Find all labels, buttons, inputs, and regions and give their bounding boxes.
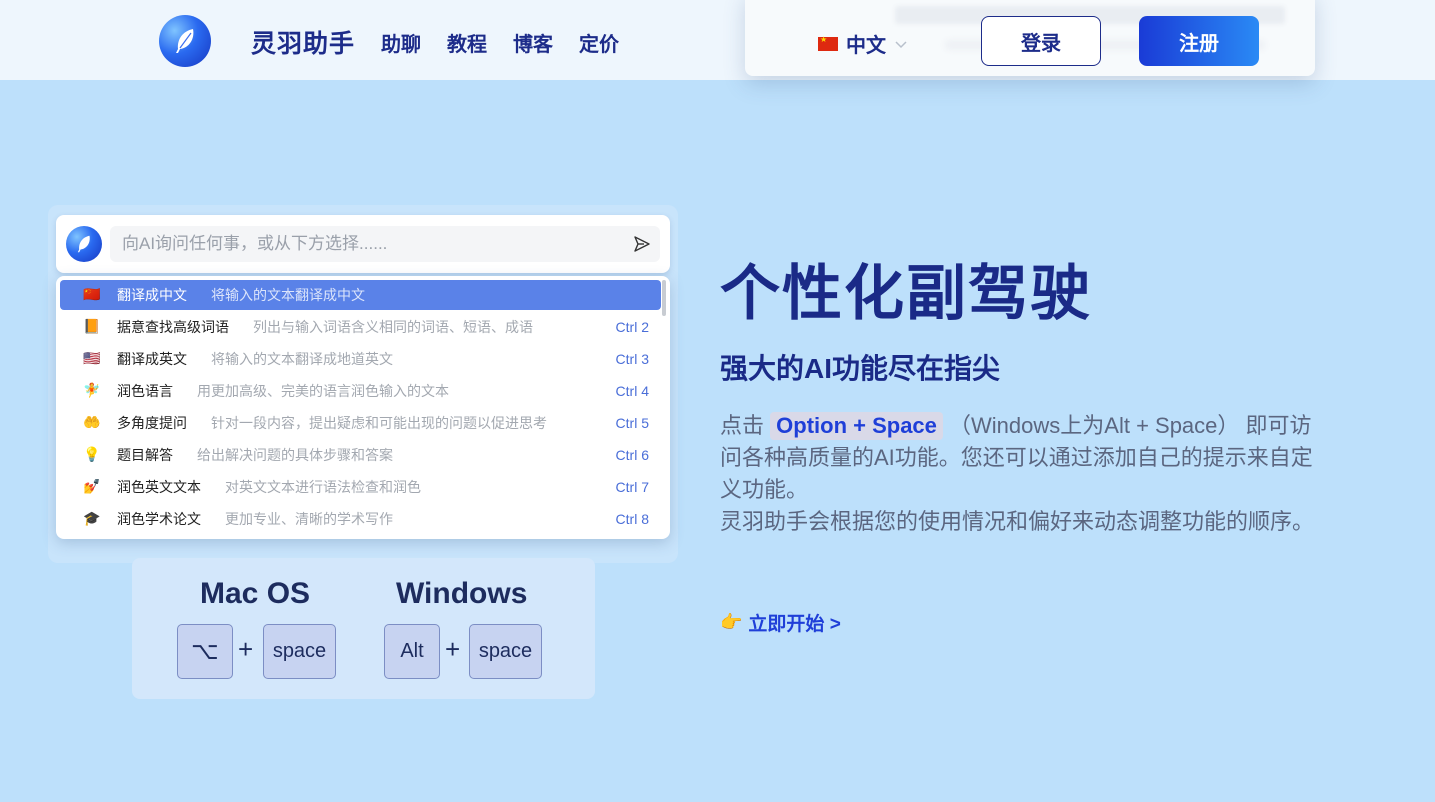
command-name: 翻译成中文 xyxy=(117,287,187,303)
body-text-line2: 灵羽助手会根据您的使用情况和偏好来动态调整功能的顺序。 xyxy=(720,509,1315,534)
command-desc: 将输入的文本翻译成地道英文 xyxy=(211,351,393,367)
nav-blog[interactable]: 博客 xyxy=(513,28,553,57)
command-shortcut: Ctrl 6 xyxy=(615,447,649,463)
nav-pricing[interactable]: 定价 xyxy=(579,28,619,57)
command-name: 据意查找高级词语 xyxy=(117,319,229,335)
ai-search-input[interactable] xyxy=(110,226,660,262)
command-shortcut: Ctrl 8 xyxy=(615,511,649,527)
command-name: 多角度提问 xyxy=(117,415,187,431)
option-key: ⌥ xyxy=(177,624,233,679)
scrollbar[interactable] xyxy=(662,280,666,316)
space-key: space xyxy=(263,624,336,679)
brand-name[interactable]: 灵羽助手 xyxy=(251,24,355,60)
pointing-hand-icon: 👉 xyxy=(720,612,743,633)
palms-up-icon: 🤲 xyxy=(83,415,101,431)
command-item-translate-zh[interactable]: 🇨🇳 翻译成中文 将输入的文本翻译成中文 xyxy=(60,280,661,310)
language-label: 中文 xyxy=(846,35,886,57)
fairy-icon: 🧚 xyxy=(83,383,101,399)
main-nav: 助聊 教程 博客 定价 xyxy=(381,28,619,57)
command-name: 润色语言 xyxy=(117,383,173,399)
command-desc: 更加专业、清晰的学术写作 xyxy=(225,511,393,527)
login-button[interactable]: 登录 xyxy=(981,16,1101,66)
command-item-multi-angle[interactable]: 🤲 多角度提问 针对一段内容，提出疑虑和可能出现的问题以促进思考 Ctrl 5 xyxy=(60,408,661,438)
plus-sign: + xyxy=(445,634,461,664)
command-shortcut: Ctrl 5 xyxy=(615,415,649,431)
command-item-translate-en[interactable]: 🇺🇸 翻译成英文 将输入的文本翻译成地道英文 Ctrl 3 xyxy=(60,344,661,374)
body-prefix: 点击 xyxy=(720,413,765,438)
app-logo[interactable] xyxy=(159,15,211,67)
command-shortcut: Ctrl 4 xyxy=(615,383,649,399)
space-key: space xyxy=(469,624,542,679)
command-desc: 对英文文本进行语法检查和润色 xyxy=(225,479,421,495)
feather-icon xyxy=(176,29,194,53)
shortcut-card: Mac OS Windows ⌥ + space Alt + space xyxy=(132,558,595,699)
get-started-link[interactable]: 👉 立即开始 > xyxy=(720,609,841,636)
command-desc: 将输入的文本翻译成中文 xyxy=(211,287,365,303)
cta-label: 立即开始 > xyxy=(748,614,841,635)
feather-icon xyxy=(77,235,90,253)
command-desc: 用更加高级、完美的语言润色输入的文本 xyxy=(197,383,449,399)
hero-subtitle: 强大的AI功能尽在指尖 xyxy=(720,353,1001,384)
command-desc: 列出与输入词语含义相同的词语、短语、成语 xyxy=(253,319,533,335)
us-flag-icon: 🇺🇸 xyxy=(83,351,101,367)
language-selector[interactable]: 中文 xyxy=(818,29,908,58)
top-navbar: 灵羽助手 助聊 教程 博客 定价 中文 登录 注册 xyxy=(0,0,1435,80)
command-item-solve-problem[interactable]: 💡 题目解答 给出解决问题的具体步骤和答案 Ctrl 6 xyxy=(60,440,661,470)
command-name: 润色英文文本 xyxy=(117,479,201,495)
hero-title: 个性化副驾驶 xyxy=(720,260,1092,327)
command-name: 翻译成英文 xyxy=(117,351,187,367)
ai-search-bar xyxy=(56,215,670,273)
send-icon[interactable] xyxy=(633,235,651,253)
chevron-down-icon xyxy=(895,40,907,48)
command-desc: 针对一段内容，提出疑虑和可能出现的问题以促进思考 xyxy=(211,415,547,431)
command-list: 🇨🇳 翻译成中文 将输入的文本翻译成中文 📙 据意查找高级词语 列出与输入词语含… xyxy=(56,276,670,539)
register-button[interactable]: 注册 xyxy=(1139,16,1259,66)
command-desc: 给出解决问题的具体步骤和答案 xyxy=(197,447,393,463)
book-icon: 📙 xyxy=(83,319,101,335)
china-flag-icon xyxy=(818,35,838,51)
hero-description: 点击 Option + Space （Windows上为Alt + Space）… xyxy=(720,410,1320,538)
mac-os-title: Mac OS xyxy=(200,577,311,610)
nail-polish-icon: 💅 xyxy=(83,479,101,495)
command-item-advanced-words[interactable]: 📙 据意查找高级词语 列出与输入词语含义相同的词语、短语、成语 Ctrl 2 xyxy=(60,312,661,342)
windows-title: Windows xyxy=(396,577,528,610)
plus-sign: + xyxy=(238,634,254,664)
command-shortcut: Ctrl 7 xyxy=(615,479,649,495)
command-shortcut: Ctrl 3 xyxy=(615,351,649,367)
nav-chat[interactable]: 助聊 xyxy=(381,28,421,57)
app-logo-small xyxy=(66,226,102,262)
command-shortcut: Ctrl 2 xyxy=(615,319,649,335)
lightbulb-icon: 💡 xyxy=(83,447,101,463)
command-item-polish-paper[interactable]: 🎓 润色学术论文 更加专业、清晰的学术写作 Ctrl 8 xyxy=(60,504,661,534)
command-name: 题目解答 xyxy=(117,447,173,463)
command-name: 润色学术论文 xyxy=(117,511,201,527)
command-item-polish-language[interactable]: 🧚 润色语言 用更加高级、完美的语言润色输入的文本 Ctrl 4 xyxy=(60,376,661,406)
command-item-polish-english[interactable]: 💅 润色英文文本 对英文文本进行语法检查和润色 Ctrl 7 xyxy=(60,472,661,502)
graduation-cap-icon: 🎓 xyxy=(83,511,101,527)
shortcut-highlight: Option + Space xyxy=(770,412,943,440)
china-flag-icon: 🇨🇳 xyxy=(83,287,101,303)
nav-tutorial[interactable]: 教程 xyxy=(447,28,487,57)
alt-key: Alt xyxy=(384,624,440,679)
